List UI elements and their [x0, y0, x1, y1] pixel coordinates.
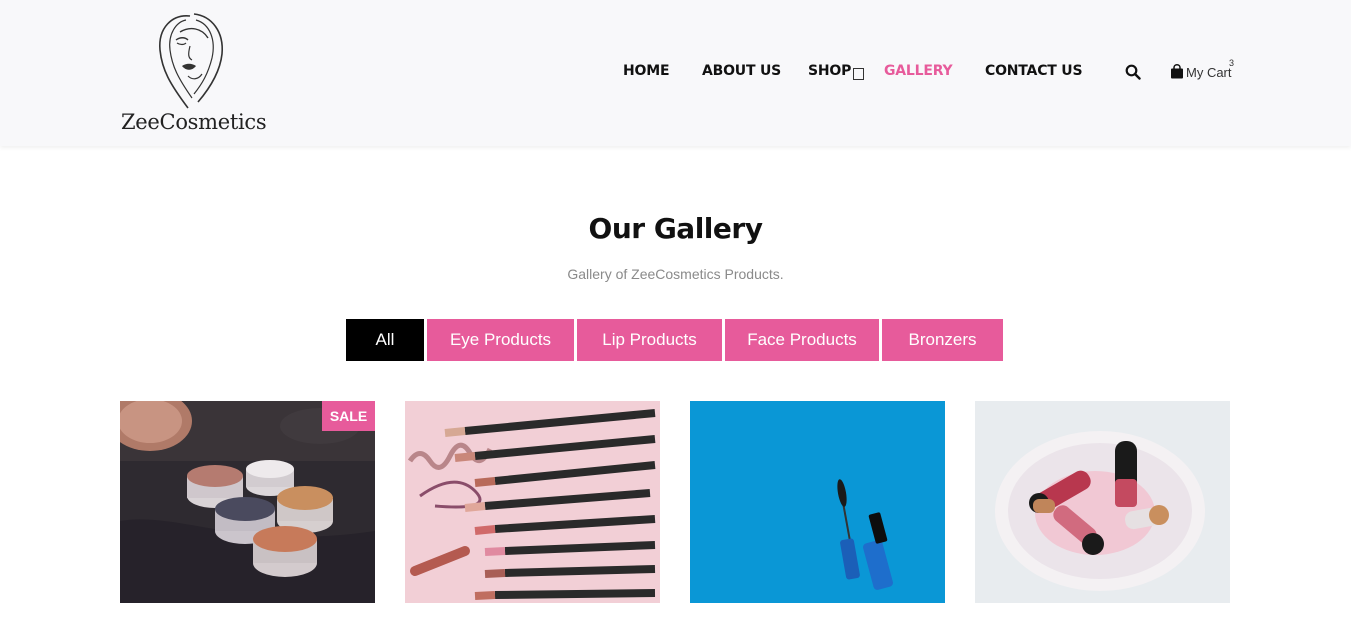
loose-pigment-jars-image	[120, 401, 375, 603]
filter-face-products[interactable]: Face Products	[725, 319, 879, 361]
gallery-item-eye-pigments[interactable]: SALE	[120, 401, 375, 603]
filter-eye-products[interactable]: Eye Products	[427, 319, 574, 361]
shopping-bag-icon	[1171, 64, 1183, 79]
gallery-filters: All Eye Products Lip Products Face Produ…	[0, 319, 1351, 361]
sale-badge: SALE	[322, 401, 375, 431]
shop-dropdown-icon[interactable]	[853, 68, 864, 80]
gallery-item-mascara[interactable]	[690, 401, 945, 603]
lipsticks-bowl-image	[975, 401, 1230, 603]
gallery-item-lip-liners[interactable]	[405, 401, 660, 603]
filter-lip-products[interactable]: Lip Products	[577, 319, 722, 361]
gallery-item-lipsticks[interactable]	[975, 401, 1230, 603]
page-subtitle: Gallery of ZeeCosmetics Products.	[567, 266, 784, 282]
nav-item-contact-us[interactable]: CONTACT US	[985, 63, 1083, 79]
filter-bronzers[interactable]: Bronzers	[882, 319, 1003, 361]
search-icon[interactable]	[1125, 64, 1141, 80]
nav-item-about-us[interactable]: ABOUT US	[702, 63, 781, 79]
nav-item-gallery[interactable]: GALLERY	[884, 63, 953, 79]
nav-item-shop[interactable]: SHOP	[808, 63, 851, 79]
woman-face-logo-icon	[159, 13, 223, 109]
mascara-image	[690, 401, 945, 603]
filter-all[interactable]: All	[346, 319, 424, 361]
brand-name: ZeeCosmetics	[121, 110, 267, 134]
cart-label: My Cart	[1186, 65, 1232, 80]
main-nav: HOME ABOUT US SHOP GALLERY CONTACT US	[0, 63, 1351, 85]
cart-count-badge: 3	[1229, 58, 1235, 68]
page-title: Our Gallery	[588, 212, 763, 245]
site-header: ZeeCosmetics HOME ABOUT US SHOP GALLERY …	[0, 0, 1351, 146]
lip-liner-pencils-image	[405, 401, 660, 603]
nav-item-home[interactable]: HOME	[623, 63, 670, 79]
